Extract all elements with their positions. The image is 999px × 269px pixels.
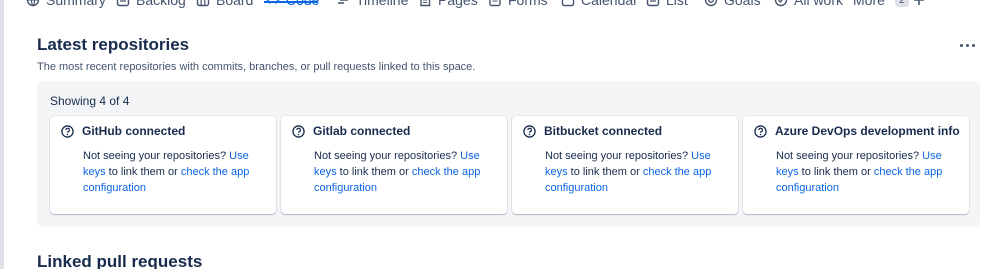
question-circle-icon — [61, 124, 74, 138]
backlog-icon — [116, 0, 130, 7]
section-title: Latest repositories — [37, 35, 190, 54]
tab-label: Timeline — [356, 0, 409, 8]
card-title: Azure DevOps development info — [775, 124, 960, 138]
add-tab-button[interactable] — [912, 0, 926, 9]
tab-forms[interactable]: Forms — [488, 0, 548, 9]
tab-all-work[interactable]: All work — [774, 0, 843, 9]
question-circle-icon — [523, 124, 536, 138]
tab-list[interactable]: List — [646, 0, 688, 9]
tab-label: Pages — [438, 0, 478, 8]
tab-label: Goals — [724, 0, 761, 8]
card-header: Gitlab connected — [292, 124, 499, 138]
tab-timeline[interactable]: Timeline — [336, 0, 408, 9]
card-header: GitHub connected — [61, 124, 268, 138]
card-title: Bitbucket connected — [544, 124, 663, 138]
card-message: Not seeing your repositories? Use keys t… — [545, 150, 712, 194]
space-tab-bar: Summary Backlog Board Code Timeline Page… — [0, 0, 999, 13]
question-circle-icon — [754, 124, 767, 138]
globe-icon — [26, 0, 40, 7]
tab-more[interactable]: More 2 — [853, 0, 909, 9]
card-title: Gitlab connected — [313, 124, 411, 138]
plus-icon — [912, 0, 926, 7]
card-message: Not seeing your repositories? Use keys t… — [776, 150, 943, 194]
active-tab-indicator — [264, 1, 318, 3]
repo-card-azure-devops: Azure DevOps development info Not seeing… — [743, 116, 969, 214]
tab-label: List — [666, 0, 688, 8]
pages-icon — [418, 0, 432, 7]
tab-label: Board — [216, 0, 254, 8]
repositories-panel: Showing 4 of 4 GitHub connected Not seei… — [37, 81, 980, 227]
card-message: Not seeing your repositories? Use keys t… — [83, 150, 250, 194]
timeline-icon — [336, 0, 350, 7]
goals-icon — [704, 0, 718, 7]
tab-label: Backlog — [136, 0, 186, 8]
question-circle-icon — [292, 124, 305, 138]
all-work-icon — [774, 0, 788, 7]
list-icon — [646, 0, 660, 7]
card-header: Azure DevOps development info — [754, 124, 961, 138]
section-subtitle: The most recent repositories with commit… — [37, 61, 476, 73]
tab-pages[interactable]: Pages — [418, 0, 478, 9]
repo-card-gitlab: Gitlab connected Not seeing your reposit… — [281, 116, 507, 214]
tab-label: All work — [794, 0, 844, 8]
showing-count: Showing 4 of 4 — [50, 94, 130, 108]
more-label: More — [853, 0, 885, 8]
more-options-button[interactable] — [957, 38, 977, 52]
calendar-icon — [561, 0, 575, 7]
board-icon — [196, 0, 210, 7]
tab-calendar[interactable]: Calendar — [561, 0, 638, 9]
tab-goals[interactable]: Goals — [704, 0, 761, 9]
repo-card-bitbucket: Bitbucket connected Not seeing your repo… — [512, 116, 738, 214]
card-title: GitHub connected — [82, 124, 186, 138]
tab-label: Forms — [508, 0, 548, 8]
card-message: Not seeing your repositories? Use keys t… — [314, 150, 481, 194]
page-left-border — [0, 0, 4, 269]
tab-label: Calendar — [581, 0, 638, 8]
tab-board[interactable]: Board — [196, 0, 253, 9]
tab-summary[interactable]: Summary — [26, 0, 106, 9]
card-header: Bitbucket connected — [523, 124, 730, 138]
forms-icon — [488, 0, 502, 7]
more-count-badge: 2 — [894, 0, 909, 7]
tab-label: Summary — [46, 0, 106, 8]
tab-backlog[interactable]: Backlog — [116, 0, 186, 9]
linked-pull-requests-title: Linked pull requests — [37, 252, 203, 269]
repo-card-github: GitHub connected Not seeing your reposit… — [50, 116, 276, 214]
more-options-icon — [959, 43, 963, 47]
